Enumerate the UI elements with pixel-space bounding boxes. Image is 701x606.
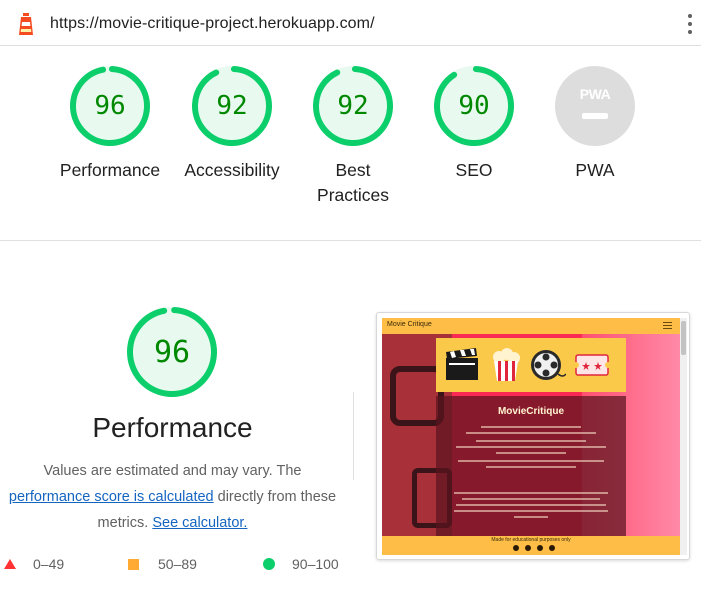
category-gauges: 96 Performance 92 Accessibility 92 Best … [0, 64, 701, 224]
site-footer: Made for educational purposes only [382, 536, 680, 555]
gauge-performance[interactable]: 96 Performance [50, 64, 170, 183]
site-hero-banner [436, 338, 626, 392]
instagram-icon [537, 545, 543, 551]
final-screenshot[interactable]: Movie Critique MovieCritique Made for ed… [376, 312, 690, 560]
gauge-accessibility[interactable]: 92 Accessibility [172, 64, 292, 183]
site-footer-text: Made for educational purposes only [491, 537, 571, 543]
performance-gauge-large: 96 [112, 304, 232, 400]
site-brand: Movie Critique [387, 321, 432, 328]
gauge-pwa[interactable]: PWA PWA [535, 64, 655, 183]
gauge-label: Performance [59, 160, 161, 180]
kebab-menu-icon[interactable] [684, 14, 696, 36]
gauge-label: Best Practices [317, 160, 389, 205]
score-legend: 0–49 50–89 90–100 [0, 555, 360, 575]
average-square-icon [128, 559, 139, 570]
legend-pass-range: 90–100 [292, 556, 339, 572]
description-text: directly from these [217, 489, 337, 505]
pass-circle-icon [263, 558, 275, 570]
clapperboard-icon [446, 348, 478, 380]
report-url-bar: https://movie-critique-project.herokuapp… [0, 0, 701, 46]
gauge-seo[interactable]: 90 SEO [414, 64, 534, 183]
gauge-score: 90 [458, 91, 490, 121]
legend-fail-range: 0–49 [33, 556, 65, 572]
lighthouse-icon [19, 13, 33, 35]
pwa-badge-icon [555, 66, 635, 146]
performance-title: Performance [92, 412, 253, 443]
gauge-score: 92 [216, 91, 248, 121]
legend-average-range: 50–89 [158, 556, 197, 572]
youtube-icon [549, 545, 555, 551]
description-text: Values are estimated and may vary. The [43, 463, 302, 479]
gauge-score: 92 [337, 91, 369, 121]
fail-triangle-icon [4, 559, 16, 569]
facebook-icon [513, 545, 519, 551]
gauge-score: 96 [94, 91, 126, 121]
performance-score-link[interactable]: performance score is calculated [9, 489, 214, 505]
see-calculator-link[interactable]: See calculator. [152, 515, 247, 531]
gauge-label: SEO [455, 160, 493, 180]
film-reel-icon [531, 350, 566, 380]
ticket-icon [574, 354, 610, 376]
twitter-icon [525, 545, 531, 551]
performance-description: Values are estimated and may vary. The p… [0, 458, 345, 536]
section-divider [0, 240, 701, 241]
site-preview: Movie Critique MovieCritique Made for ed… [382, 318, 680, 555]
gauge-label: PWA [575, 160, 615, 180]
screenshot-scrollbar-thumb[interactable] [681, 321, 686, 355]
popcorn-icon [493, 348, 520, 381]
gauge-label: Accessibility [184, 160, 280, 180]
site-navbar: Movie Critique [382, 318, 680, 334]
hamburger-icon [663, 322, 672, 329]
pwa-dash-icon [582, 113, 608, 119]
pwa-badge-text: PWA [579, 86, 611, 102]
report-url[interactable]: https://movie-critique-project.herokuapp… [50, 15, 375, 33]
vertical-divider [353, 392, 354, 480]
site-card-title: MovieCritique [497, 406, 565, 417]
gauge-best-practices[interactable]: 92 Best Practices [293, 64, 413, 208]
performance-score: 96 [153, 335, 191, 370]
site-intro-card: MovieCritique [436, 396, 626, 536]
description-text: metrics. [97, 515, 149, 531]
